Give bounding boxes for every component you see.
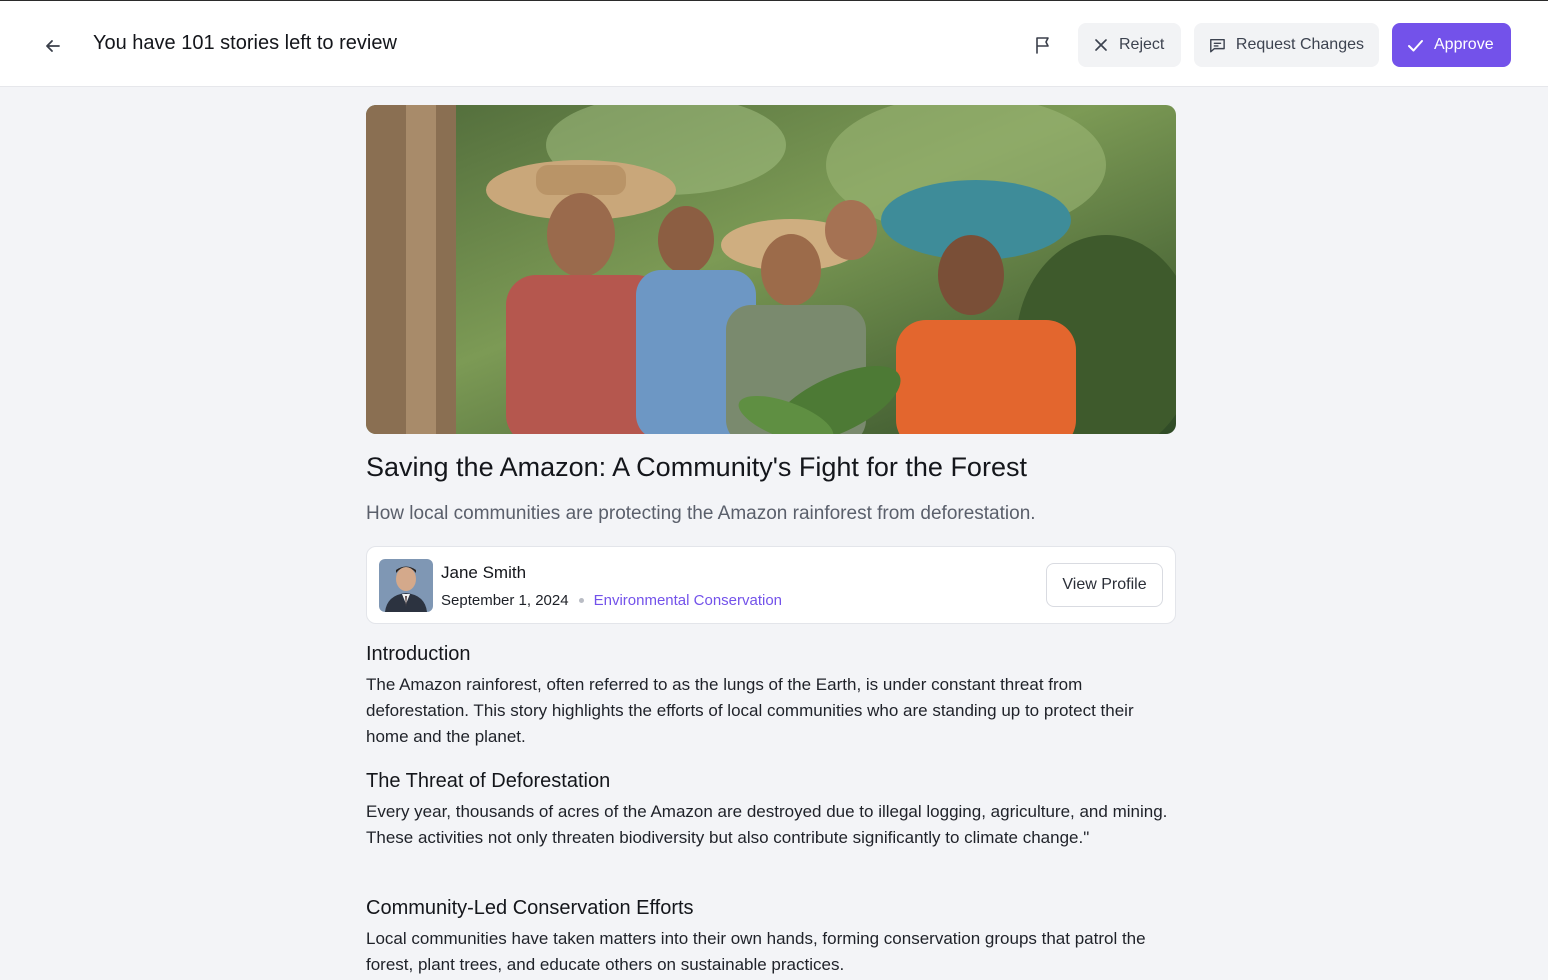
x-icon	[1095, 39, 1107, 51]
section-body: Every year, thousands of acres of the Am…	[366, 802, 1168, 847]
back-button[interactable]	[36, 29, 70, 63]
message-square-icon	[1210, 38, 1225, 52]
section-heading: Community-Led Conservation Efforts	[366, 897, 694, 919]
check-icon	[1408, 39, 1423, 51]
author-card: Jane Smith September 1, 2024 Environment…	[366, 546, 1176, 624]
approve-button[interactable]: Approve	[1392, 23, 1511, 67]
story-title: Saving the Amazon: A Community's Fight f…	[366, 452, 1027, 482]
section-body: The Amazon rainforest, often referred to…	[366, 675, 1134, 746]
request-changes-button[interactable]: Request Changes	[1194, 23, 1379, 67]
author-name: Jane Smith	[441, 563, 527, 582]
approve-label: Approve	[1434, 36, 1494, 53]
story-subtitle: How local communities are protecting the…	[366, 503, 1036, 524]
category-link[interactable]: Environmental Conservation	[594, 592, 782, 609]
story-section-conservation: Community-Led Conservation Efforts Local…	[366, 897, 1176, 978]
flag-icon	[1036, 37, 1049, 54]
author-meta: September 1, 2024 Environmental Conserva…	[441, 592, 782, 609]
publish-date: September 1, 2024	[441, 592, 569, 609]
section-heading: The Threat of Deforestation	[366, 770, 611, 792]
section-body: Local communities have taken matters int…	[366, 929, 1146, 974]
story-section-introduction: Introduction The Amazon rainforest, ofte…	[366, 643, 1176, 750]
request-changes-label: Request Changes	[1235, 36, 1364, 53]
arrow-left-icon	[46, 40, 60, 52]
story-section-threat: The Threat of Deforestation Every year, …	[366, 770, 1176, 851]
reject-label: Reject	[1119, 36, 1165, 53]
story-hero-image	[366, 105, 1176, 434]
page-title: You have 101 stories left to review	[93, 32, 397, 54]
flag-button[interactable]	[1023, 25, 1063, 65]
avatar	[379, 559, 433, 612]
top-bar: You have 101 stories left to review Reje…	[0, 0, 1548, 87]
meta-separator	[578, 598, 584, 603]
view-profile-button[interactable]: View Profile	[1046, 563, 1163, 607]
section-heading: Introduction	[366, 643, 471, 665]
reject-button[interactable]: Reject	[1078, 23, 1181, 67]
